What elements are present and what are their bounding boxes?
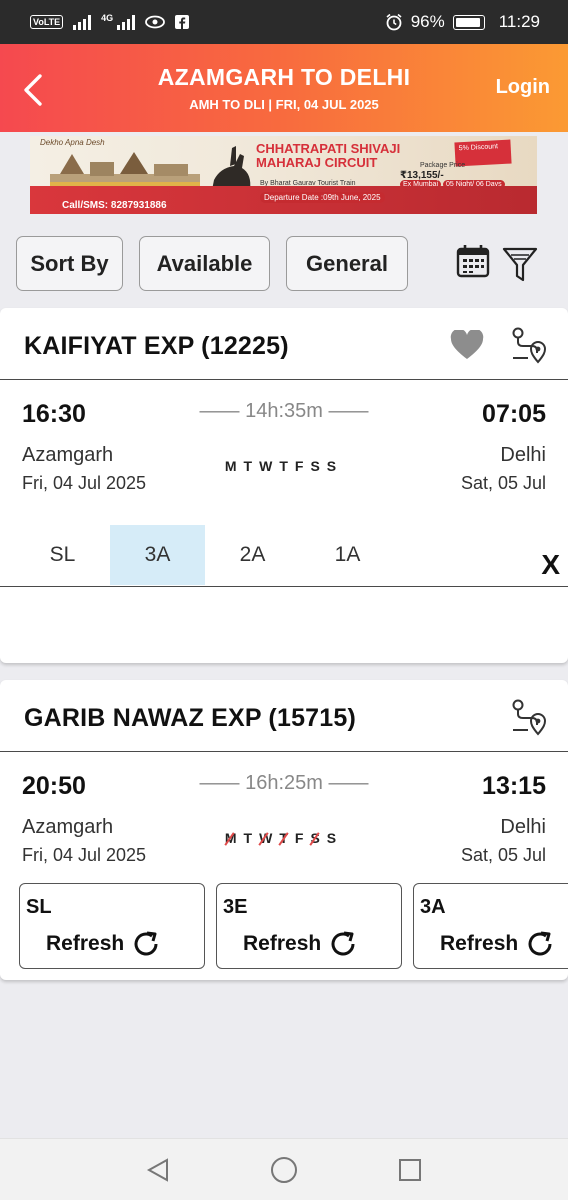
day-thu: T: [279, 830, 295, 846]
nav-home-button[interactable]: [270, 1156, 298, 1189]
availability-card-3a[interactable]: 3A Refresh: [413, 883, 568, 969]
day-fri: F: [294, 830, 311, 846]
day-thu: T: [279, 458, 295, 474]
clock: 11:29: [498, 12, 540, 31]
circle-home-icon: [271, 1157, 297, 1183]
train-card[interactable]: GARIB NAWAZ EXP (15715) 20:50 —— 16h:25m…: [0, 680, 568, 980]
arrival-date: Sat, 05 Jul: [460, 473, 546, 493]
train-card-header: GARIB NAWAZ EXP (15715): [0, 680, 568, 752]
close-classes-button[interactable]: X: [541, 549, 560, 581]
day-mon: M: [224, 830, 244, 846]
class-tabs: SL 3A 2A 1A X: [0, 525, 568, 587]
sort-by-button[interactable]: Sort By: [16, 236, 123, 291]
day-sat: S: [310, 830, 327, 846]
refresh-label: Refresh: [243, 932, 322, 955]
day-tue: T: [243, 830, 260, 846]
running-days: MTWTFSS: [0, 830, 568, 846]
triangle-back-icon: [146, 1158, 168, 1182]
availability-class: SL: [26, 896, 52, 918]
refresh-button[interactable]: Refresh: [46, 930, 160, 958]
page-subtitle: AMH TO DLI | FRI, 04 JUL 2025: [189, 97, 379, 112]
route-button[interactable]: [510, 698, 548, 741]
login-button[interactable]: Login: [496, 76, 550, 99]
battery-percent: 96%: [410, 12, 445, 31]
availability-card-sl[interactable]: SL Refresh: [19, 883, 205, 969]
refresh-button[interactable]: Refresh: [243, 930, 357, 958]
available-filter-button[interactable]: Available: [139, 236, 270, 291]
network-type-label: 4G: [101, 13, 114, 23]
nav-back-button[interactable]: [145, 1157, 171, 1188]
alarm-icon: [386, 13, 402, 31]
banner-title: CHHATRAPATI SHIVAJI MAHARAJ CIRCUIT: [256, 142, 400, 170]
route-icon: [512, 699, 547, 736]
signal-icon: [73, 14, 92, 30]
promo-banner[interactable]: Dekho Apna Desh CHHATRAPATI SHIVAJI MAHAR…: [30, 136, 537, 214]
facebook-icon: [175, 15, 190, 29]
calendar-button[interactable]: [456, 244, 490, 283]
availability-card-3e[interactable]: 3E Refresh: [216, 883, 402, 969]
departure-date: Fri, 04 Jul 2025: [22, 845, 147, 865]
day-fri: F: [294, 458, 311, 474]
train-name: GARIB NAWAZ EXP (15715): [24, 704, 357, 732]
banner-contact: Call/SMS: 8287931886: [62, 200, 167, 211]
nav-recents-button[interactable]: [398, 1158, 422, 1187]
day-sat: S: [310, 458, 327, 474]
refresh-icon: [134, 931, 158, 956]
refresh-icon: [528, 931, 552, 956]
banner-tagline: Dekho Apna Desh: [40, 138, 105, 147]
banner-title-line1: CHHATRAPATI SHIVAJI: [256, 141, 401, 156]
funnel-icon: [502, 247, 538, 282]
departure-date: Fri, 04 Jul 2025: [22, 473, 147, 493]
day-mon: M: [224, 458, 244, 474]
eye-icon: [145, 15, 166, 29]
app-header: AZAMGARH TO DELHI AMH TO DLI | FRI, 04 J…: [0, 44, 568, 132]
availability-class: 3E: [223, 896, 248, 918]
signal-icon-2: [117, 14, 136, 30]
tab-class-2a[interactable]: 2A: [205, 525, 300, 585]
heart-icon: [450, 328, 484, 359]
arrival-date: Sat, 05 Jul: [460, 845, 546, 865]
general-quota-button[interactable]: General: [286, 236, 408, 291]
battery-icon: [452, 14, 485, 30]
train-card-header: KAIFIYAT EXP (12225): [0, 308, 568, 380]
refresh-label: Refresh: [440, 932, 519, 955]
train-card[interactable]: KAIFIYAT EXP (12225) 16:30 —— 14h:35m ——…: [0, 308, 568, 663]
day-tue: T: [243, 458, 260, 474]
availability-class: 3A: [420, 896, 446, 918]
calendar-icon: [456, 245, 490, 278]
system-nav-bar: [0, 1138, 568, 1200]
favorite-button[interactable]: [450, 328, 484, 365]
tab-class-sl[interactable]: SL: [15, 525, 110, 585]
refresh-button[interactable]: Refresh: [440, 930, 554, 958]
banner-title-line2: MAHARAJ CIRCUIT: [256, 155, 378, 170]
refresh-icon: [331, 931, 355, 956]
train-name: KAIFIYAT EXP (12225): [24, 332, 289, 360]
running-days: MTWTFSS: [0, 458, 568, 474]
page-title: AZAMGARH TO DELHI: [157, 64, 411, 90]
tab-class-3a[interactable]: 3A: [110, 525, 205, 585]
arrival-time: 07:05: [482, 400, 546, 428]
route-icon: [512, 327, 547, 364]
availability-row: SL Refresh 3E Refresh 3A Refresh: [0, 883, 568, 973]
package-price-label: Package Price: [420, 162, 466, 169]
route-button[interactable]: [510, 326, 548, 369]
refresh-label: Refresh: [46, 932, 125, 955]
arrival-time: 13:15: [482, 772, 546, 800]
day-wed: W: [259, 458, 280, 474]
tab-class-1a[interactable]: 1A: [300, 525, 395, 585]
volte-icon: VoLTE: [30, 15, 64, 29]
day-wed: W: [259, 830, 280, 846]
status-bar: VoLTE 4G 96% 11:29: [0, 0, 568, 44]
square-recents-icon: [399, 1159, 421, 1181]
day-sun: S: [326, 458, 344, 474]
day-sun: S: [326, 830, 344, 846]
banner-departure: Departure Date :09th June, 2025: [260, 192, 385, 203]
filter-button[interactable]: [502, 246, 538, 289]
